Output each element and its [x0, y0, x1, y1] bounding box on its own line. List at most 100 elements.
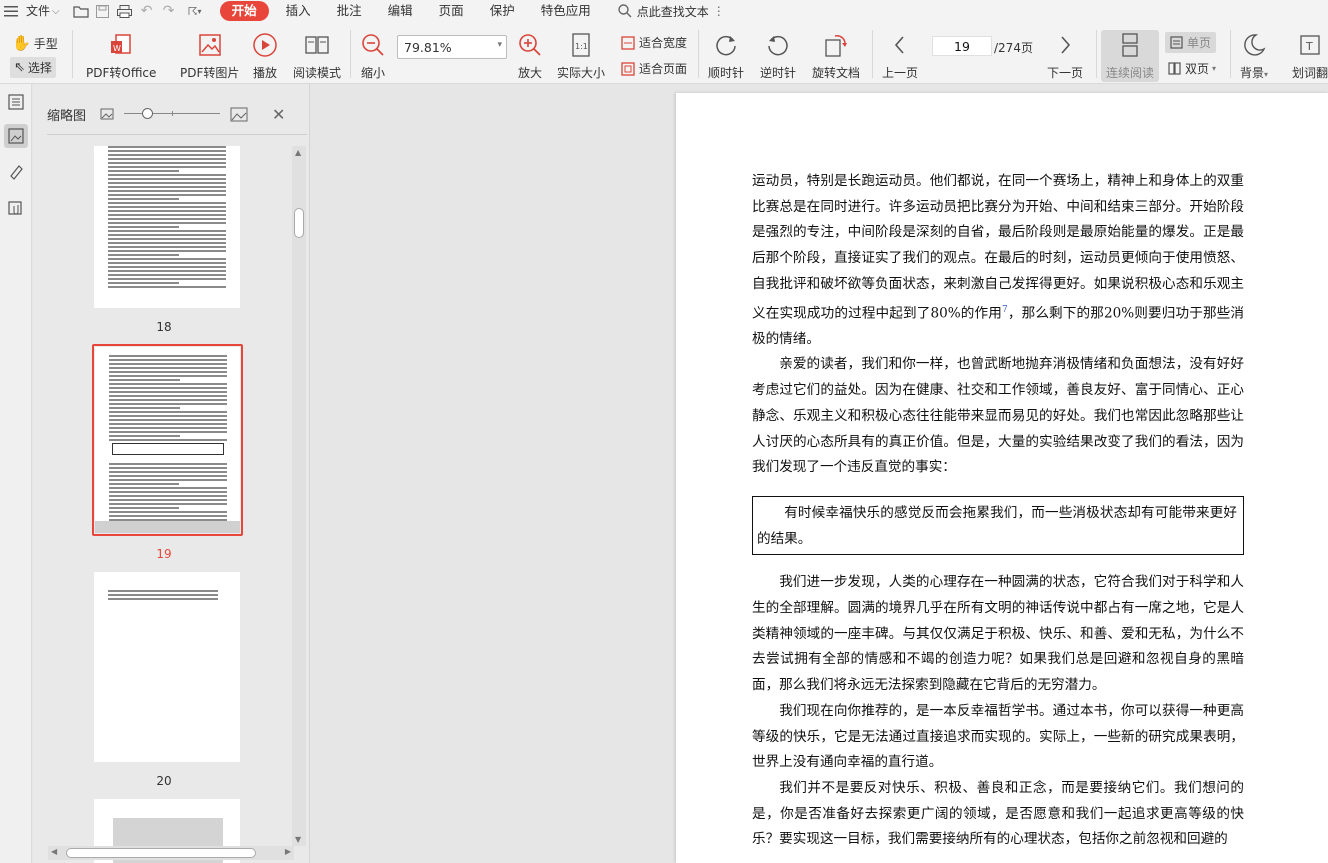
thumbnail-text-line [109, 403, 227, 405]
next-page-button[interactable]: 下一页 [1047, 32, 1083, 81]
tab-annotate[interactable]: 批注 [324, 0, 375, 22]
chevron-right-icon [1052, 32, 1078, 58]
thumbnail-text-line [109, 487, 227, 489]
thumbnail-page-number: 20 [156, 774, 172, 788]
scroll-right-icon[interactable]: ▶ [285, 847, 291, 856]
thumbnail-text-line [108, 162, 226, 164]
thumbnail-text-line [109, 419, 227, 421]
rotate-document-button[interactable]: 旋转文档 [812, 32, 860, 81]
tab-protect[interactable]: 保护 [477, 0, 528, 22]
redo-icon[interactable]: ↷ [158, 0, 180, 22]
background-label: 背景▾ [1240, 66, 1269, 80]
background-button[interactable]: 背景▾ [1240, 32, 1268, 81]
svg-text:W: W [113, 44, 121, 53]
thumbnail-text-line [108, 178, 226, 180]
actual-size-button[interactable]: 1:1 实际大小 [557, 32, 605, 81]
thumbnail-text-line [108, 146, 226, 148]
paragraph: 运动员，特别是长跑运动员。他们都说，在同一个赛场上，精神上和身体上的双重比赛总是… [752, 173, 1244, 347]
hand-tool-button[interactable]: ✋ 手型 [12, 34, 58, 52]
word-translate-label: 划词翻 [1292, 66, 1328, 80]
document-body: 运动员，特别是长跑运动员。他们都说，在同一个赛场上，精神上和身体上的双重比赛总是… [752, 169, 1244, 853]
thumbnail-text-line [109, 435, 180, 437]
thumbnail-horizontal-scrollbar[interactable]: ◀ ▶ [48, 846, 294, 860]
scroll-up-icon[interactable]: ▲ [295, 148, 301, 157]
thumbnail-size-slider[interactable] [124, 108, 221, 120]
page-number-input[interactable]: 19 [932, 36, 992, 56]
thumbnail-vertical-scrollbar[interactable]: ▲ ▼ [292, 146, 306, 846]
scroll-left-icon[interactable]: ◀ [51, 847, 57, 856]
thumbnail-text-line [108, 214, 226, 216]
thumbnail-text-line [109, 391, 227, 393]
select-tool-button[interactable]: ⇖ 选择 [10, 57, 56, 78]
thumbnail-text-line [109, 499, 227, 501]
actual-size-label: 实际大小 [557, 66, 606, 80]
thumbnail-text-line [108, 154, 226, 156]
close-icon[interactable]: ✕ [272, 105, 285, 124]
thumbnail-icon[interactable] [4, 124, 28, 148]
continuous-read-button[interactable]: 连续阅读 [1101, 30, 1159, 82]
zoom-in-icon [517, 32, 543, 58]
attachment-icon[interactable] [4, 196, 28, 220]
save-icon[interactable] [92, 0, 114, 22]
double-page-button[interactable]: 双页 ▾ [1168, 60, 1216, 77]
zoom-out-label: 缩小 [360, 66, 385, 80]
zoom-level-select[interactable]: 79.81% ▾ [397, 35, 507, 59]
tab-special[interactable]: 特色应用 [528, 0, 604, 22]
zoom-in-button[interactable]: 放大 [517, 32, 543, 81]
play-label: 播放 [252, 66, 277, 80]
continuous-read-label: 连续阅读 [1105, 66, 1154, 80]
large-image-icon[interactable] [230, 107, 248, 122]
format-brush-icon[interactable]: ☈ ▾ [180, 0, 210, 22]
thumbnail-text-line [108, 278, 226, 280]
thumbnail-text-line [108, 274, 226, 276]
scrollbar-thumb[interactable] [294, 208, 304, 238]
zoom-level-value: 79.81% [404, 39, 452, 55]
file-menu[interactable]: 文件 [22, 0, 52, 22]
thumbnail-text-line [109, 515, 227, 517]
zoom-in-label: 放大 [517, 66, 542, 80]
single-page-button[interactable]: 单页 [1165, 32, 1217, 53]
open-folder-icon[interactable] [70, 0, 92, 22]
read-mode-label: 阅读模式 [293, 66, 342, 80]
word-translate-button[interactable]: T 划词翻 [1292, 32, 1328, 81]
thumbnail-page-number: 18 [156, 320, 172, 334]
zoom-out-button[interactable]: 缩小 [360, 32, 386, 81]
thumbnail-page-19[interactable] [95, 347, 240, 533]
scroll-down-icon[interactable]: ▼ [295, 835, 301, 844]
tab-edit[interactable]: 编辑 [375, 0, 426, 22]
play-button[interactable]: 播放 [252, 32, 278, 81]
print-icon[interactable] [114, 0, 136, 22]
outline-icon[interactable] [4, 90, 28, 114]
prev-page-button[interactable]: 上一页 [882, 32, 918, 81]
tab-start[interactable]: 开始 [219, 1, 269, 21]
undo-icon[interactable]: ↶ [136, 0, 158, 22]
small-image-icon[interactable] [100, 108, 114, 120]
pdf-to-office-label: PDF转Office [86, 66, 157, 80]
thumbnail-text-line [108, 226, 179, 228]
pdf-to-image-label: PDF转图片 [180, 66, 240, 80]
fit-width-button[interactable]: 适合宽度 [621, 34, 687, 51]
rotate-clockwise-button[interactable]: 顺时针 [708, 32, 744, 81]
thumbnail-text-line [109, 495, 227, 497]
pdf-to-office-button[interactable]: W PDF转Office [86, 32, 156, 81]
hamburger-menu-icon[interactable] [0, 0, 22, 22]
thumbnail-page-20[interactable] [94, 572, 240, 762]
find-text-button[interactable]: 点此查找文本 ⋮ [604, 3, 725, 20]
chevron-down-icon[interactable]: ⌵ [52, 6, 60, 17]
page-total: /274页 [994, 41, 1033, 55]
rotate-counterclockwise-button[interactable]: 逆时针 [760, 32, 796, 81]
thumbnail-text-line [109, 379, 180, 381]
tab-insert[interactable]: 插入 [273, 0, 324, 22]
slider-handle[interactable] [142, 108, 154, 119]
more-icon[interactable]: ⋮ [713, 4, 725, 18]
fit-page-button[interactable]: 适合页面 [621, 60, 687, 77]
read-mode-button[interactable]: 阅读模式 [293, 32, 341, 81]
prev-page-label: 上一页 [882, 66, 919, 80]
annotation-list-icon[interactable] [4, 160, 28, 184]
thumbnail-page-18[interactable] [94, 146, 240, 308]
tab-page[interactable]: 页面 [426, 0, 477, 22]
scrollbar-thumb[interactable] [66, 848, 256, 858]
divider [1230, 30, 1231, 78]
thumbnail-text-line [108, 174, 226, 176]
pdf-to-image-button[interactable]: PDF转图片 [180, 32, 239, 81]
